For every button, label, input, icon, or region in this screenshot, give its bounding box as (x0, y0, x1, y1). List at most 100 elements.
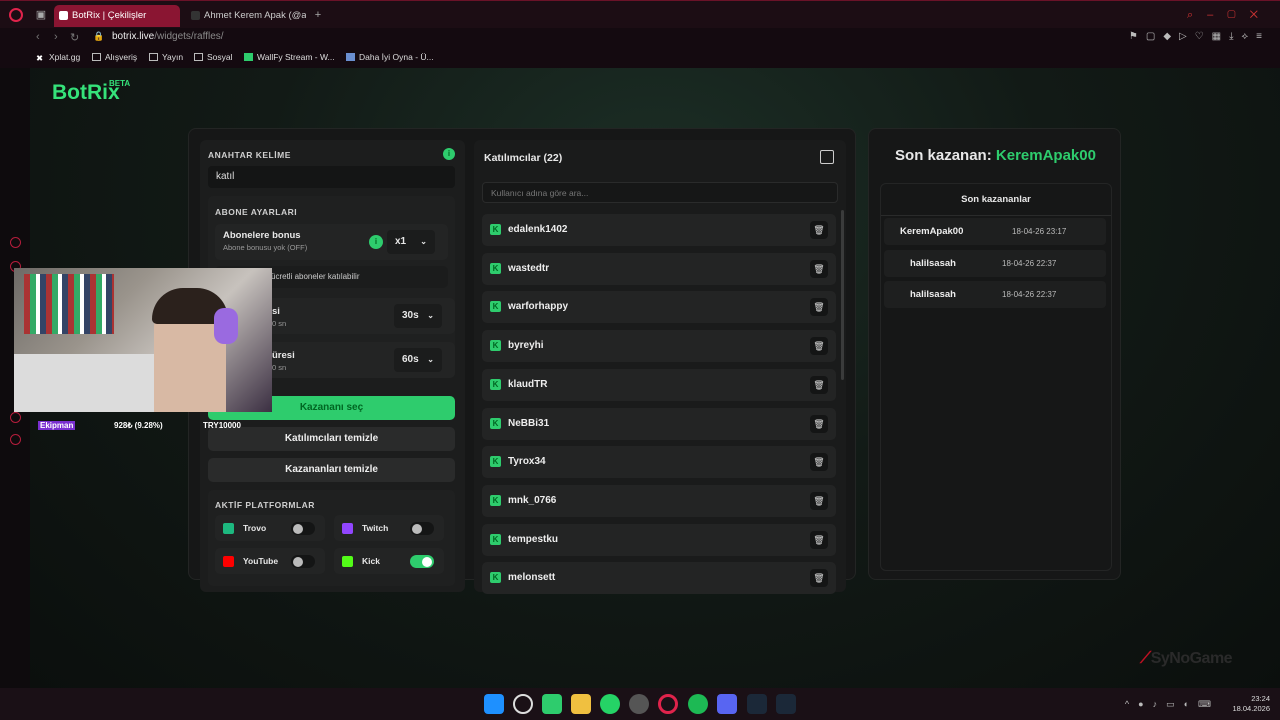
keyword-label: ANAHTAR KELİME (208, 150, 291, 160)
winner-time: 18-04-26 22:37 (1002, 290, 1057, 299)
bookmark-folder[interactable]: Sosyal (194, 52, 233, 62)
delete-icon[interactable]: 🗑 (810, 221, 828, 239)
delete-icon[interactable]: 🗑 (810, 414, 828, 433)
toolbar-icons[interactable]: ⚑▢◆▷♡▦⤓⟡≡ (1129, 31, 1270, 42)
tab-tiktok[interactable]: Ahmet Kerem Apak (@ahm (186, 5, 306, 27)
platform-kick[interactable]: Kick (334, 548, 444, 574)
bookmark-item[interactable]: ✖ Xplat.gg (36, 52, 80, 63)
folder-icon (92, 53, 101, 61)
whatsapp-icon[interactable] (600, 694, 620, 714)
timer-select[interactable]: 60s ⌄ (394, 348, 442, 372)
file-explorer-icon[interactable] (571, 694, 591, 714)
delete-icon[interactable]: 🗑 (810, 530, 828, 549)
platform-twitch[interactable]: Twitch (334, 515, 444, 541)
bookmark-item[interactable]: WallFy Stream - W... (244, 52, 335, 62)
opera-logo-icon[interactable] (9, 8, 23, 22)
steam-icon[interactable] (747, 694, 767, 714)
participant-row: Kbyreyhi 🗑 (482, 330, 836, 363)
window-controls[interactable]: ⌕–▢✕ (1187, 9, 1272, 22)
sidebar-app-icon[interactable] (10, 237, 21, 248)
participant-row: Ktempestku 🗑 (482, 523, 836, 556)
botrix-logo[interactable]: BotRix BETA (52, 79, 130, 105)
spotify-icon[interactable] (688, 694, 708, 714)
keyword-input[interactable]: katıl (208, 166, 455, 188)
watermark-logo: ⟋SyNoGame (1140, 650, 1233, 667)
back-icon[interactable]: ‹ (36, 31, 40, 43)
forward-icon[interactable]: › (54, 31, 58, 43)
platform-youtube[interactable]: YouTube (215, 548, 325, 574)
platform-trovo[interactable]: Trovo (215, 515, 325, 541)
bookmark-item[interactable]: Daha İyi Oyna - Ü... (346, 52, 434, 62)
kick-icon: K (490, 533, 501, 545)
delete-icon[interactable]: 🗑 (810, 453, 828, 472)
participants-search-input[interactable]: Kullanıcı adına göre ara... (482, 182, 838, 203)
bookmark-folder[interactable]: Yayın (149, 52, 183, 62)
sub-bonus-select[interactable]: x1 ⌄ (387, 230, 435, 254)
participant-name: warforhappy (508, 301, 569, 313)
bookmark-folder[interactable]: Alışveriş (92, 52, 137, 62)
participant-row: Kmnk_0766 🗑 (482, 484, 836, 517)
tab-botrix[interactable]: BotRix | Çekilişler (54, 5, 180, 27)
participant-name: edalenk1402 (508, 224, 568, 235)
info-icon[interactable]: i (369, 235, 383, 249)
info-icon[interactable]: i (443, 148, 455, 160)
participant-name: Tyrox34 (508, 456, 546, 468)
discord-icon[interactable] (717, 694, 737, 714)
copy-icon[interactable] (820, 150, 834, 164)
winner-name: halilsasah (910, 289, 956, 300)
youtube-toggle[interactable] (291, 555, 315, 568)
sub-bonus-title: Abonelere bonus (223, 230, 301, 241)
delete-icon[interactable]: 🗑 (810, 298, 828, 317)
desk-image (14, 354, 164, 412)
webcam-overlay (14, 268, 272, 412)
tab-menu-icon[interactable]: ▣ (34, 8, 48, 22)
trovo-toggle[interactable] (291, 522, 315, 535)
winner-row: halilsasah 18-04-26 22:37 (884, 281, 1106, 308)
delete-icon[interactable]: 🗑 (810, 569, 828, 588)
kick-icon: K (490, 494, 501, 506)
tab-title: BotRix | Çekilişler (72, 10, 147, 21)
botrix-favicon-icon (59, 11, 68, 20)
new-tab-icon[interactable]: + (311, 8, 325, 22)
winner-name: KeremApak00 (900, 226, 964, 237)
participant-name: wastedtr (508, 262, 550, 274)
windows-start-icon[interactable] (484, 694, 504, 714)
delete-icon[interactable]: 🗑 (810, 491, 828, 510)
settings-icon[interactable] (10, 434, 21, 445)
participant-name: tempestku (508, 533, 559, 545)
twitch-icon (342, 523, 353, 534)
reload-icon[interactable]: ↻ (70, 31, 79, 44)
winners-list-title: Son kazananlar (961, 194, 1031, 205)
last-winner-headline: Son kazanan: KeremApak00 (895, 147, 1096, 164)
delete-icon[interactable]: 🗑 (810, 375, 828, 394)
winner-row: halilsasah 18-04-26 22:37 (884, 249, 1106, 277)
opera-gx-icon[interactable] (658, 694, 678, 714)
participant-name: klaudTR (508, 378, 548, 390)
kick-toggle[interactable] (410, 555, 434, 568)
clock[interactable]: 23:24 18.04.2026 (1232, 694, 1270, 714)
participant-row: Kedalenk1402 🗑 (482, 214, 836, 246)
winner-time: 18-04-26 22:37 (1002, 258, 1057, 268)
trovo-icon (223, 523, 234, 534)
twitch-toggle[interactable] (410, 522, 434, 535)
kick-icon: K (490, 262, 501, 274)
timer-select[interactable]: 30s ⌄ (394, 304, 442, 328)
chevron-down-icon: ⌄ (427, 355, 434, 364)
delete-icon[interactable]: 🗑 (810, 337, 828, 356)
scrollbar[interactable] (841, 210, 844, 380)
search-icon[interactable] (513, 694, 533, 714)
url-field[interactable]: botrix.live/widgets/raffles/ (112, 31, 224, 42)
steam-icon[interactable] (776, 694, 796, 714)
sub-bonus-row: Abonelere bonus Abone bonusu yok (OFF) i… (215, 224, 448, 260)
kick-icon: K (490, 224, 501, 235)
shelf-image (24, 274, 114, 334)
sidebar-app-icon[interactable] (10, 412, 21, 423)
tab-title: Ahmet Kerem Apak (@ahm (204, 10, 306, 21)
system-tray[interactable]: ^●♪▭◐⌨ (1125, 699, 1220, 710)
app-icon[interactable] (542, 694, 562, 714)
delete-icon[interactable]: 🗑 (810, 259, 828, 278)
app-icon[interactable] (629, 694, 649, 714)
kick-icon: K (490, 572, 501, 584)
bookmarks-bar: ✖ Xplat.gg Alışveriş Yayın Sosyal WallFy … (0, 48, 1280, 68)
clear-winners-button[interactable]: Kazananları temizle (208, 458, 455, 482)
